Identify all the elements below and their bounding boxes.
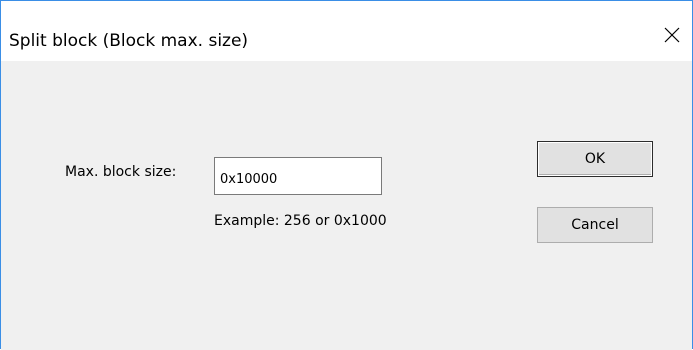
close-button[interactable] <box>652 17 692 53</box>
close-icon <box>664 27 680 43</box>
cancel-button-label: Cancel <box>571 217 619 233</box>
cancel-button[interactable]: Cancel <box>537 207 653 243</box>
max-block-size-label: Max. block size: <box>65 164 177 180</box>
ok-button-label: OK <box>584 151 606 167</box>
example-hint: Example: 256 or 0x1000 <box>214 213 387 229</box>
title-bar[interactable]: Split block (Block max. size) <box>1 1 692 61</box>
max-block-size-input[interactable] <box>214 157 382 195</box>
ok-button[interactable]: OK <box>537 141 653 177</box>
split-block-dialog: Split block (Block max. size) Max. block… <box>0 0 693 350</box>
dialog-body: Max. block size: Example: 256 or 0x1000 … <box>1 61 692 350</box>
dialog-title: Split block (Block max. size) <box>9 31 249 51</box>
